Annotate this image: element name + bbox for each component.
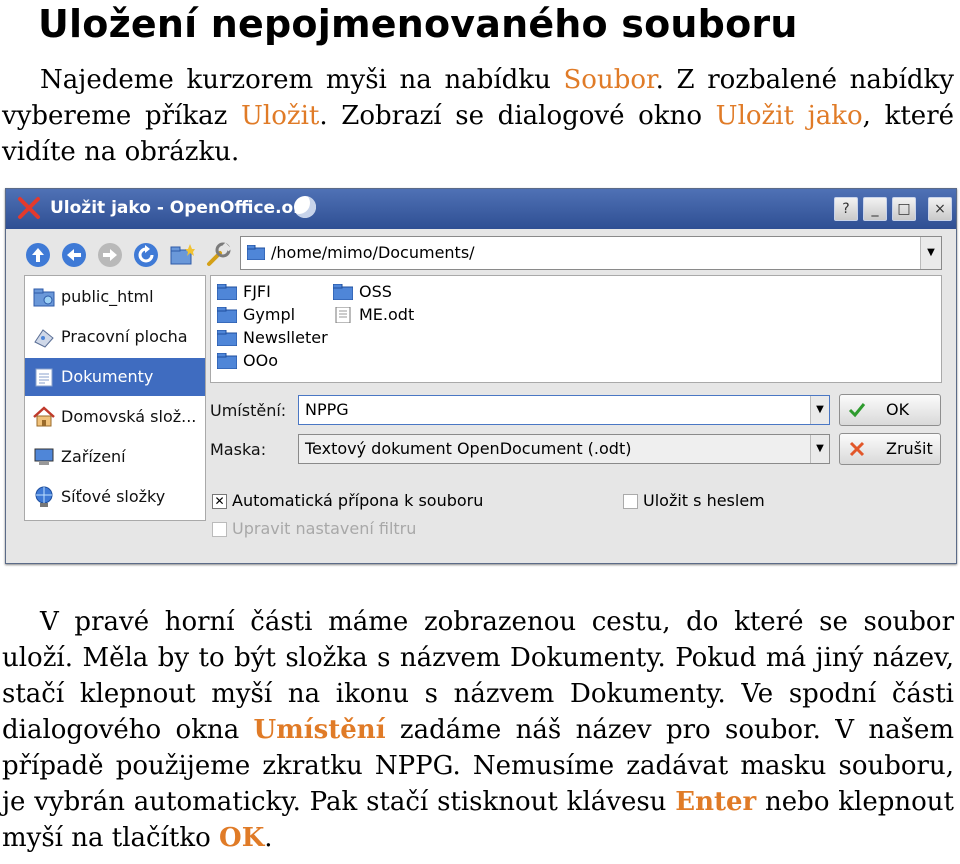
path-dropdown-arrow[interactable]: ▼ <box>920 237 941 269</box>
dialog-titlebar: Uložit jako - OpenOffice.org ? _ □ × <box>6 189 956 229</box>
sidebar-item-label: Síťové složky <box>61 487 166 506</box>
folder-icon <box>33 288 55 307</box>
folder-icon <box>217 284 237 300</box>
mask-select-text: Textový dokument OpenDocument (.odt) <box>305 439 632 458</box>
sidebar-item-label: Dokumenty <box>61 367 154 386</box>
documents-icon <box>35 368 53 387</box>
places-sidebar: public_html Pracovní plocha Dokumenty Do… <box>24 275 206 521</box>
desktop-icon <box>34 329 54 348</box>
save-with-password-checkbox[interactable] <box>623 494 638 509</box>
file-name: Newslleter <box>243 328 328 347</box>
openoffice-logo-icon <box>294 196 316 218</box>
location-input-text: NPPG <box>305 400 349 419</box>
edit-filter-checkbox <box>212 522 227 537</box>
auto-extension-label: Automatická přípona k souboru <box>232 491 484 510</box>
mask-select[interactable]: Textový dokument OpenDocument (.odt) ▼ <box>298 434 830 464</box>
document-icon <box>335 307 351 323</box>
sidebar-item-home[interactable]: Domovská slož... <box>25 398 205 436</box>
sidebar-item-desktop[interactable]: Pracovní plocha <box>25 318 205 356</box>
dialog-title: Uložit jako - OpenOffice.org <box>50 198 314 218</box>
cancel-button[interactable]: Zrušit <box>839 433 941 465</box>
location-dropdown-arrow[interactable]: ▼ <box>810 396 829 424</box>
location-label: Umístění: <box>210 401 287 420</box>
highlight-ok: OK <box>219 823 265 853</box>
folder-icon <box>217 330 237 346</box>
page-heading: Uložení nepojmenovaného souboru <box>38 2 798 46</box>
folder-icon <box>217 307 237 323</box>
maximize-button[interactable]: □ <box>892 197 916 221</box>
file-name: OOo <box>243 351 278 370</box>
path-combobox[interactable]: /home/mimo/Documents/ ▼ <box>240 236 942 270</box>
ok-button-label: OK <box>886 400 910 419</box>
device-icon <box>34 448 54 465</box>
file-name: FJFI <box>243 282 271 301</box>
minimize-button[interactable]: _ <box>863 197 887 221</box>
highlight-ulozit-jako: Uložit jako <box>715 101 863 131</box>
auto-extension-checkbox[interactable]: ✕ <box>212 494 227 509</box>
reload-icon[interactable] <box>132 241 160 269</box>
sidebar-item-label: public_html <box>61 287 154 306</box>
back-arrow-icon[interactable] <box>60 241 88 269</box>
sidebar-item-devices[interactable]: Zařízení <box>25 438 205 476</box>
help-button[interactable]: ? <box>834 197 858 221</box>
sidebar-item-label: Domovská slož... <box>61 407 197 426</box>
folder-icon <box>217 353 237 369</box>
highlight-enter: Enter <box>675 787 757 817</box>
sidebar-item-label: Pracovní plocha <box>61 327 188 346</box>
mask-label: Maska: <box>210 440 267 459</box>
edit-filter-label: Upravit nastavení filtru <box>232 519 417 538</box>
x-logo-icon <box>18 197 40 219</box>
sidebar-item-documents[interactable]: Dokumenty <box>25 358 205 396</box>
file-name: Gympl <box>243 305 296 324</box>
highlight-soubor: Soubor <box>563 65 656 95</box>
highlight-umisteni: Umístění <box>253 715 386 745</box>
body-paragraph: V pravé horní části máme zobrazenou cest… <box>2 604 954 856</box>
location-input[interactable]: NPPG ▼ <box>298 395 830 425</box>
file-name: OSS <box>359 282 392 301</box>
path-text: /home/mimo/Documents/ <box>271 243 475 262</box>
checkmark-icon <box>848 403 866 418</box>
save-as-dialog: Uložit jako - OpenOffice.org ? _ □ × /ho… <box>5 188 957 564</box>
mask-dropdown-arrow[interactable]: ▼ <box>810 435 829 463</box>
intro-paragraph: Najedeme kurzorem myši na nabídku Soubor… <box>2 62 954 170</box>
ok-button[interactable]: OK <box>839 394 941 426</box>
highlight-ulozit: Uložit <box>240 101 320 131</box>
new-folder-icon[interactable] <box>168 241 196 269</box>
sidebar-item-public-html[interactable]: public_html <box>25 278 205 316</box>
sidebar-item-network[interactable]: Síťové složky <box>25 478 205 516</box>
intro-text-1: Najedeme kurzorem myši na nabídku <box>40 65 564 95</box>
body-text-4: . <box>264 823 273 853</box>
cancel-button-label: Zrušit <box>886 439 933 458</box>
cancel-x-icon <box>849 441 865 457</box>
network-icon <box>35 486 53 507</box>
folder-icon <box>333 284 353 300</box>
tools-icon[interactable] <box>204 241 232 269</box>
folder-icon <box>247 245 265 260</box>
file-list: FJFI Gympl Newslleter OOo OSS ME.odt <box>210 275 942 383</box>
file-name: ME.odt <box>359 305 415 324</box>
intro-text-3: . Zobrazí se dialogové okno <box>319 101 716 131</box>
save-with-password-label: Uložit s heslem <box>643 491 765 510</box>
home-icon <box>33 406 55 427</box>
up-arrow-icon[interactable] <box>24 241 52 269</box>
close-button[interactable]: × <box>928 197 952 221</box>
forward-arrow-icon[interactable] <box>96 241 124 269</box>
sidebar-item-label: Zařízení <box>61 447 126 466</box>
